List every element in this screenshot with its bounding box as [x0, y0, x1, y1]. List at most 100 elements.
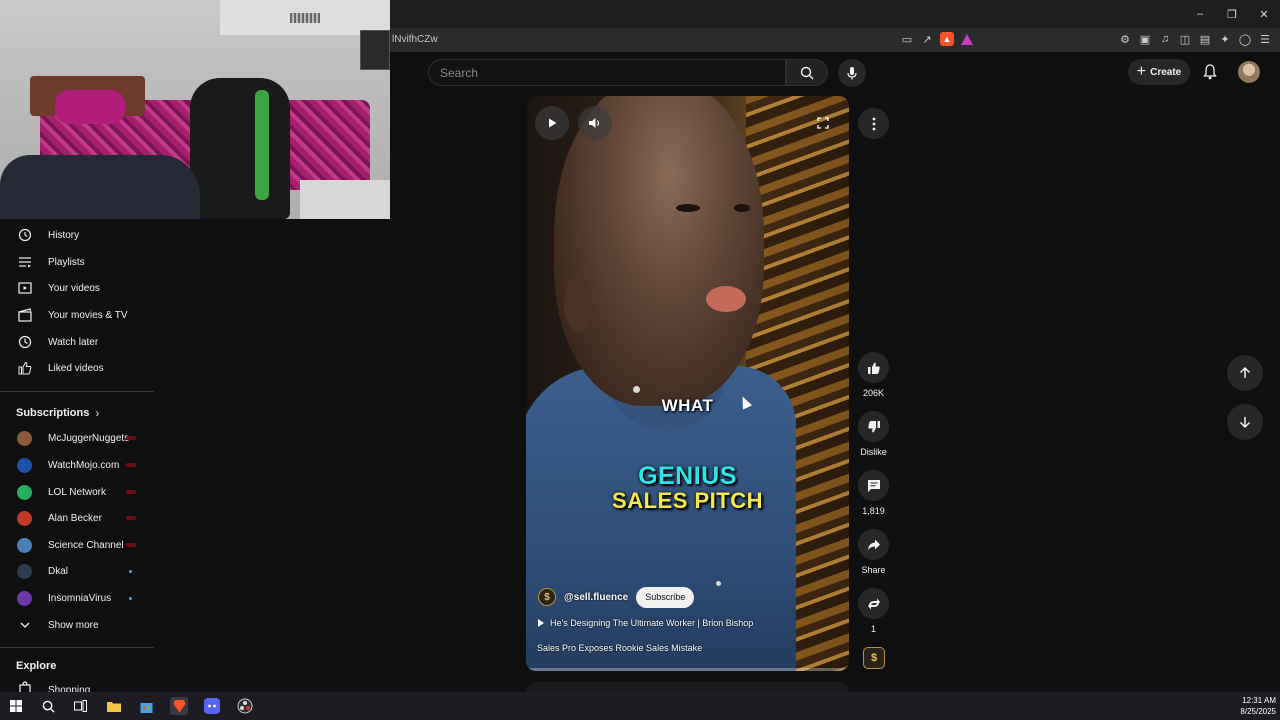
- sidebar-item-label: Your videos: [48, 282, 100, 294]
- progress-bar[interactable]: [526, 668, 849, 671]
- create-button[interactable]: + Create: [1128, 59, 1190, 85]
- sidebar-subscription-watchmojo[interactable]: WatchMojo.com: [0, 452, 154, 478]
- subscribe-button[interactable]: Subscribe: [636, 586, 695, 608]
- sidebar-item-playlists[interactable]: Playlists: [0, 249, 154, 275]
- next-short-preview[interactable]: [526, 682, 849, 692]
- your-videos-icon: [17, 280, 33, 296]
- chevron-right-icon: ›: [95, 406, 100, 420]
- wallet-icon[interactable]: ▤: [1198, 32, 1212, 46]
- play-button[interactable]: [535, 106, 569, 140]
- minimize-icon[interactable]: –: [1184, 0, 1216, 28]
- restore-icon[interactable]: ❐: [1216, 0, 1248, 28]
- more-options-button[interactable]: [858, 108, 889, 139]
- create-label: Create: [1150, 66, 1182, 78]
- brave-rewards-icon[interactable]: [960, 32, 974, 46]
- explore-heading-label: Explore: [16, 660, 57, 672]
- share-page-icon[interactable]: ↗: [920, 32, 934, 46]
- related-video-title: He's Designing The Ultimate Worker | Bri…: [550, 618, 754, 628]
- sidebar-subscription-dkal[interactable]: Dkal: [0, 558, 154, 584]
- task-view-icon[interactable]: [71, 697, 89, 715]
- search-button[interactable]: [786, 59, 828, 86]
- sidebar-item-shopping[interactable]: Shopping: [0, 677, 154, 693]
- media-icon[interactable]: ♫: [1158, 32, 1172, 46]
- subscription-name: Science Channel: [48, 539, 124, 551]
- cast-icon[interactable]: ▭: [900, 32, 914, 46]
- next-short-button[interactable]: [1227, 404, 1263, 440]
- share-button[interactable]: [858, 529, 889, 560]
- sidebar-toggle-icon[interactable]: ◫: [1178, 32, 1192, 46]
- caption-line-1: WHAT: [661, 396, 714, 415]
- volume-button[interactable]: [578, 106, 612, 140]
- remix-icon: [867, 598, 880, 609]
- chevron-down-icon: [17, 617, 33, 633]
- microsoft-store-icon[interactable]: [137, 697, 155, 715]
- more-vertical-icon: [872, 117, 875, 130]
- subscription-name: InsomniaVirus: [48, 592, 112, 604]
- url-text[interactable]: lNvifhCZw: [392, 34, 438, 45]
- watch-later-icon: [17, 334, 33, 350]
- voice-search-button[interactable]: [838, 59, 866, 87]
- sidebar-subscription-alan-becker[interactable]: Alan Becker: [0, 505, 154, 531]
- microphone-icon: [847, 67, 857, 80]
- channel-handle[interactable]: @sell.fluence: [564, 592, 628, 603]
- channel-avatar: [17, 510, 32, 526]
- play-icon: [549, 118, 557, 128]
- notifications-button[interactable]: [1200, 62, 1220, 82]
- like-count: 206K: [862, 388, 885, 398]
- obs-icon[interactable]: [236, 697, 254, 715]
- like-button[interactable]: [858, 352, 889, 383]
- caption-line-2: GENIUS: [638, 462, 737, 490]
- sidebar-item-movies[interactable]: Your movies & TV: [0, 302, 154, 328]
- search-input[interactable]: [429, 60, 785, 85]
- sidebar-item-liked-videos[interactable]: Liked videos: [0, 355, 154, 381]
- sidebar-item-history[interactable]: History: [0, 222, 154, 248]
- remix-button[interactable]: [858, 588, 889, 619]
- sidebar-item-label: Liked videos: [48, 362, 104, 374]
- arrow-down-icon: [1239, 417, 1251, 429]
- share-icon: [867, 539, 880, 550]
- channel-logo[interactable]: $: [538, 588, 556, 606]
- brave-browser-icon[interactable]: [170, 697, 188, 715]
- fullscreen-button[interactable]: [815, 115, 831, 131]
- dislike-button[interactable]: [858, 411, 889, 442]
- comments-button[interactable]: [858, 470, 889, 501]
- windows-start-icon[interactable]: [7, 697, 25, 715]
- file-explorer-icon[interactable]: [105, 697, 123, 715]
- brave-shields-icon[interactable]: ▲: [940, 32, 954, 46]
- short-description[interactable]: Sales Pro Exposes Rookie Sales Mistake: [537, 643, 702, 653]
- sidebar-item-your-videos[interactable]: Your videos: [0, 275, 154, 301]
- sidebar-subscription-lol-network[interactable]: LOL Network: [0, 479, 154, 505]
- sidebar-divider: [0, 647, 154, 648]
- search-box[interactable]: [428, 59, 786, 86]
- thumbs-up-icon: [867, 362, 880, 374]
- vpn-icon[interactable]: ◯: [1238, 32, 1252, 46]
- account-avatar[interactable]: [1238, 61, 1260, 83]
- menu-icon[interactable]: ☰: [1258, 32, 1272, 46]
- taskbar-search-icon[interactable]: [39, 697, 57, 715]
- system-clock[interactable]: 12:31 AM 8/25/2025: [1240, 695, 1276, 717]
- share-action: Share: [858, 529, 889, 575]
- subscriptions-heading[interactable]: Subscriptions ›: [16, 406, 99, 420]
- shorts-player[interactable]: WHAT GENIUS SALES PITCH $ @sell.fluence …: [526, 96, 849, 671]
- audio-source-avatar[interactable]: $: [863, 647, 885, 669]
- leo-ai-icon[interactable]: ✦: [1218, 32, 1232, 46]
- previous-short-button[interactable]: [1227, 355, 1263, 391]
- screenshot-icon[interactable]: ▣: [1138, 32, 1152, 46]
- video-frame-head: [554, 96, 764, 406]
- sidebar: History Playlists Your videos Your movie…: [0, 222, 154, 693]
- clock-date: 8/25/2025: [1240, 707, 1276, 716]
- playlists-icon: [17, 254, 33, 270]
- sidebar-subscription-science-channel[interactable]: Science Channel: [0, 532, 154, 558]
- sidebar-item-watch-later[interactable]: Watch later: [0, 329, 154, 355]
- sidebar-subscription-insomniavirus[interactable]: InsomniaVirus: [0, 585, 154, 611]
- close-icon[interactable]: ✕: [1248, 0, 1280, 28]
- sidebar-subscription-mcjuggernuggets[interactable]: McJuggerNuggets: [0, 425, 154, 451]
- live-indicator: [126, 516, 136, 520]
- related-video-link[interactable]: He's Designing The Ultimate Worker | Bri…: [538, 618, 753, 628]
- comment-icon: [867, 479, 880, 492]
- extensions-icon[interactable]: ⚙: [1118, 32, 1132, 46]
- discord-icon[interactable]: [203, 697, 221, 715]
- show-more-button[interactable]: Show more: [0, 612, 154, 638]
- video-frame-eye: [734, 204, 750, 212]
- history-icon: [17, 227, 33, 243]
